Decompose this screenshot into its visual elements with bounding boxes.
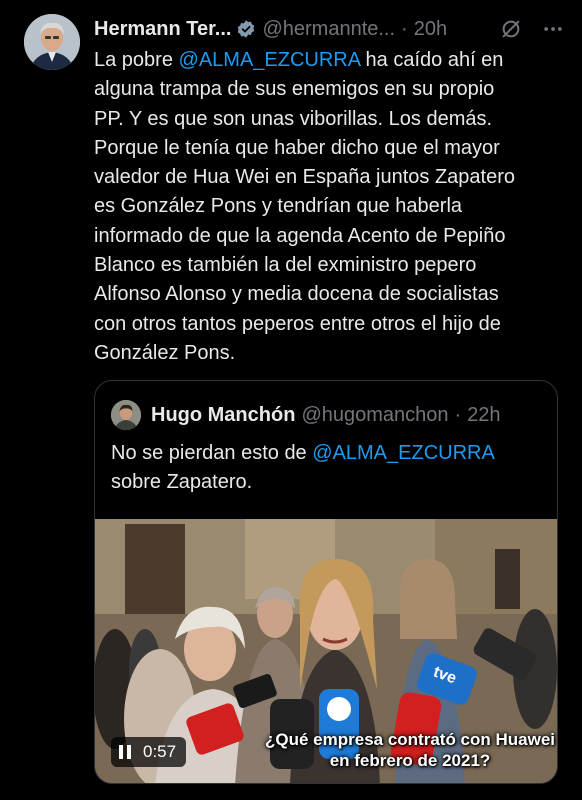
tweet[interactable]: Hermann Ter... @hermannte... · 20h La po… (0, 0, 582, 800)
quoted-tweet-header: Hugo Manchón @hugomanchon · 22h (111, 399, 501, 431)
quoted-tweet-text: No se pierdan esto de @ALMA_EZCURRA sobr… (111, 439, 541, 496)
quoted-author-handle[interactable]: @hugomanchon (301, 404, 448, 427)
author-handle[interactable]: @hermannte... (262, 18, 395, 41)
video-caption: ¿Qué empresa contrató con Huawei en febr… (265, 730, 556, 770)
mention-link[interactable]: @ALMA_EZCURRA (179, 49, 360, 71)
quoted-text-rest: sobre Zapatero. (111, 470, 253, 493)
text-prefix: La pobre (94, 49, 179, 71)
quoted-timestamp[interactable]: 22h (467, 404, 500, 427)
video-player[interactable]: ¿Qué empresa contrató con Huawei en febr… (95, 519, 557, 783)
video-duration: 0:57 (143, 742, 177, 761)
quoted-author-avatar[interactable] (111, 400, 141, 430)
text-rest: ha caído ahí en alguna trampa de sus ene… (94, 49, 516, 364)
grok-icon[interactable] (500, 18, 522, 40)
verified-badge-icon (238, 20, 255, 38)
quoted-tweet-card[interactable]: Hugo Manchón @hugomanchon · 22h No se pi… (94, 380, 558, 784)
more-options-icon[interactable] (542, 18, 564, 40)
quoted-author-name[interactable]: Hugo Manchón (151, 404, 295, 427)
quoted-text-prefix: No se pierdan esto de (111, 442, 313, 464)
pause-icon[interactable] (119, 745, 133, 759)
author-name[interactable]: Hermann Ter... (94, 18, 231, 41)
tweet-timestamp[interactable]: 20h (414, 18, 447, 41)
tweet-header: Hermann Ter... @hermannte... · 20h (94, 14, 564, 44)
quoted-mention-link[interactable]: @ALMA_EZCURRA (312, 442, 495, 464)
video-controls[interactable]: 0:57 (111, 737, 187, 767)
tweet-text: La pobre @ALMA_EZCURRA ha caído ahí en a… (94, 46, 564, 368)
quoted-separator-dot: · (454, 403, 462, 426)
separator-dot: · (401, 17, 408, 40)
author-avatar[interactable] (24, 14, 80, 70)
